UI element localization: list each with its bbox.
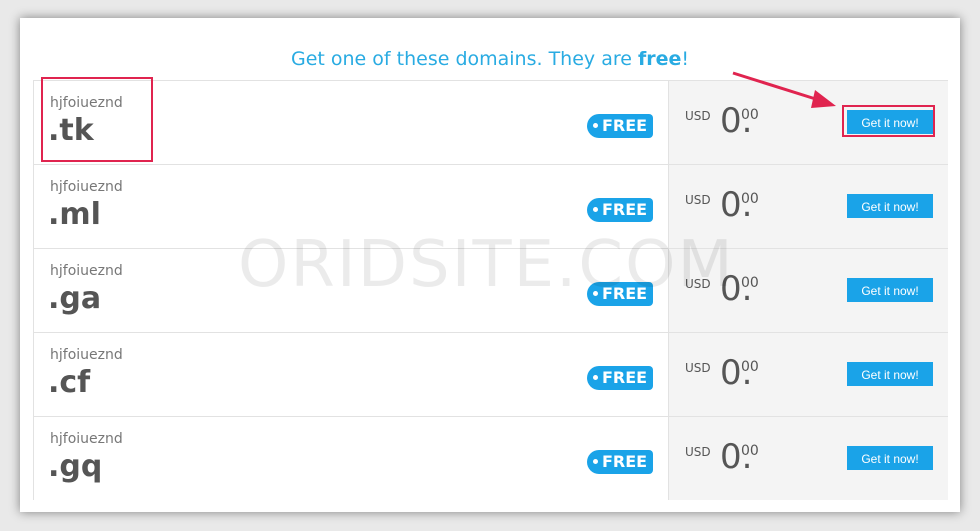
free-badge-label: FREE xyxy=(602,116,648,135)
free-badge: FREE xyxy=(587,366,654,390)
price-cell: USD 0. 00 Get it now! xyxy=(668,333,948,416)
price-cell: USD 0. 00 Get it now! xyxy=(668,417,948,500)
price-cell: USD 0. 00 Get it now! xyxy=(668,249,948,332)
currency: USD xyxy=(685,445,711,459)
domain-cell: hjfoiueznd .ml FREE xyxy=(34,165,668,248)
free-badge-label: FREE xyxy=(602,284,648,303)
headline-text: Get one of these domains. They are xyxy=(290,48,638,70)
highlight-box-domain xyxy=(41,77,153,162)
dot-icon xyxy=(593,290,598,296)
get-it-now-button[interactable]: Get it now! xyxy=(847,446,933,470)
domain-tld: .ga xyxy=(48,281,102,316)
domain-name: hjfoiueznd xyxy=(50,179,123,195)
get-it-now-button[interactable]: Get it now! xyxy=(847,278,933,302)
domain-cell: hjfoiueznd .cf FREE xyxy=(34,333,668,416)
table-row: hjfoiueznd .gq FREE USD 0. 00 Get it now… xyxy=(34,417,948,501)
dot-icon xyxy=(593,122,598,128)
price-cents: 00 xyxy=(741,107,759,123)
get-it-now-button[interactable]: Get it now! xyxy=(847,362,933,386)
domain-cell: hjfoiueznd .gq FREE xyxy=(34,417,668,500)
domain-table: hjfoiueznd .tk FREE USD 0. 00 Get it now… xyxy=(33,80,948,500)
table-row: hjfoiueznd .ml FREE USD 0. 00 Get it now… xyxy=(34,165,948,249)
headline-bold: free xyxy=(637,48,682,70)
domain-cell: hjfoiueznd .ga FREE xyxy=(34,249,668,332)
price-cents: 00 xyxy=(741,443,759,459)
table-row: hjfoiueznd .cf FREE USD 0. 00 Get it now… xyxy=(34,333,948,417)
currency: USD xyxy=(685,193,711,207)
price-cents: 00 xyxy=(741,191,759,207)
price-cell: USD 0. 00 Get it now! xyxy=(668,165,948,248)
dot-icon xyxy=(593,206,598,212)
currency: USD xyxy=(685,277,711,291)
price-cents: 00 xyxy=(741,275,759,291)
domain-name: hjfoiueznd xyxy=(50,347,123,363)
currency: USD xyxy=(685,109,711,123)
get-it-now-button[interactable]: Get it now! xyxy=(847,194,933,218)
domain-tld: .cf xyxy=(48,365,91,400)
highlight-box-button xyxy=(842,105,935,137)
table-row: hjfoiueznd .tk FREE USD 0. 00 Get it now… xyxy=(34,81,948,165)
free-badge: FREE xyxy=(587,450,654,474)
currency: USD xyxy=(685,361,711,375)
table-row: hjfoiueznd .ga FREE USD 0. 00 Get it now… xyxy=(34,249,948,333)
free-badge-label: FREE xyxy=(602,368,648,387)
price-cents: 00 xyxy=(741,359,759,375)
free-badge-label: FREE xyxy=(602,452,648,471)
free-badge: FREE xyxy=(587,114,654,138)
free-badge-label: FREE xyxy=(602,200,648,219)
free-badge: FREE xyxy=(587,282,654,306)
free-badge: FREE xyxy=(587,198,654,222)
domain-tld: .ml xyxy=(48,197,101,232)
dot-icon xyxy=(593,374,598,380)
dot-icon xyxy=(593,458,598,464)
domain-tld: .gq xyxy=(48,449,103,484)
domain-name: hjfoiueznd xyxy=(50,263,123,279)
headline: Get one of these domains. They are free! xyxy=(0,48,980,70)
domain-name: hjfoiueznd xyxy=(50,431,123,447)
headline-end: ! xyxy=(681,48,690,70)
